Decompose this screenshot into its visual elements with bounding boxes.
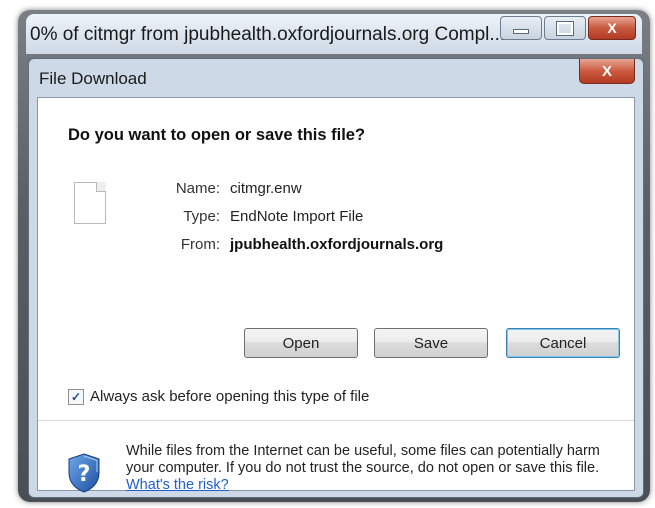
warning-message: While files from the Internet can be use… — [126, 443, 600, 476]
progress-window-close-button[interactable]: X — [588, 16, 636, 40]
security-warning-text: While files from the Internet can be use… — [126, 443, 626, 494]
close-icon: X — [607, 20, 617, 36]
maximize-icon — [556, 20, 574, 36]
whats-the-risk-link[interactable]: What's the risk? — [126, 477, 229, 493]
cancel-button[interactable]: Cancel — [506, 328, 620, 358]
svg-text:?: ? — [78, 462, 91, 487]
file-download-dialog: File Download X Do you want to open or s… — [28, 58, 644, 498]
window-controls: X — [500, 16, 636, 40]
always-ask-row: ✓ Always ask before opening this type of… — [68, 388, 369, 405]
close-icon: X — [601, 62, 612, 80]
file-type-value: EndNote Import File — [230, 208, 364, 225]
file-from-label: From: — [180, 236, 220, 253]
maximize-button[interactable] — [544, 16, 586, 40]
dialog-title: File Download — [39, 69, 147, 88]
progress-window-title-bar[interactable]: 0% of citmgr from jpubhealth.oxfordjourn… — [26, 14, 642, 54]
always-ask-checkbox[interactable]: ✓ — [68, 388, 84, 405]
file-icon-fold — [96, 182, 106, 192]
shield-question-icon: ? — [68, 453, 100, 493]
dialog-close-button[interactable]: X — [579, 59, 635, 84]
file-name-label: Name: — [175, 180, 220, 197]
dialog-title-bar[interactable]: File Download X — [29, 59, 643, 95]
minimize-button[interactable] — [500, 16, 542, 40]
file-from-value: jpubhealth.oxfordjournals.org — [230, 236, 444, 253]
progress-window-title: 0% of citmgr from jpubhealth.oxfordjourn… — [30, 24, 506, 45]
save-button[interactable]: Save — [374, 328, 488, 358]
dialog-question: Do you want to open or save this file? — [68, 126, 366, 144]
file-name-value: citmgr.enw — [230, 180, 302, 197]
dialog-content: Do you want to open or save this file? N… — [37, 97, 635, 493]
file-type-label: Type: — [183, 208, 220, 225]
security-warning-section: ? While files from the Internet can be u… — [38, 421, 634, 493]
minimize-icon — [513, 28, 529, 34]
always-ask-label[interactable]: Always ask before opening this type of f… — [90, 388, 369, 405]
open-button[interactable]: Open — [244, 328, 358, 358]
